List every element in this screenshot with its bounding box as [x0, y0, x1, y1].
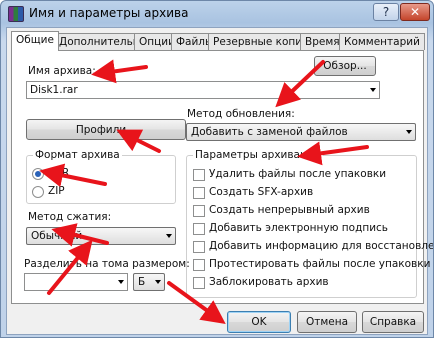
radio-rar-label[interactable]: RAR: [48, 167, 69, 179]
update-method-label: Метод обновления:: [187, 108, 295, 120]
checkbox-lock-label[interactable]: Заблокировать архив: [209, 276, 329, 288]
checkbox-test-label[interactable]: Протестировать файлы после упаковки: [209, 258, 430, 270]
checkbox-sfx[interactable]: [193, 187, 205, 199]
profiles-button[interactable]: Профили...: [26, 119, 186, 140]
winrar-app-icon: [8, 6, 24, 22]
radio-zip[interactable]: [32, 186, 44, 198]
chevron-down-icon: [406, 130, 412, 134]
chevron-down-icon: [166, 234, 172, 238]
split-unit-value: Б: [138, 276, 146, 288]
tab-backup[interactable]: Резервные копии: [208, 33, 314, 50]
archive-options-group: Параметры архивации Удалить файлы после …: [186, 149, 433, 298]
dialog-client: Общие Дополнительно Опции Файлы Резервны…: [6, 27, 433, 335]
radio-rar[interactable]: [32, 168, 44, 180]
archive-name-input[interactable]: Disk1.rar: [26, 81, 380, 99]
general-tab-panel: Имя архива: Обзор... Disk1.rar Профили..…: [11, 50, 433, 304]
split-unit-select[interactable]: Б: [133, 273, 165, 291]
checkbox-solid[interactable]: [193, 205, 205, 217]
tab-time[interactable]: Время: [300, 33, 345, 50]
tab-general[interactable]: Общие: [11, 31, 59, 51]
tab-comment[interactable]: Комментарий: [339, 33, 425, 50]
update-method-select[interactable]: Добавить с заменой файлов: [186, 123, 416, 141]
compression-method-value: Обычный: [31, 230, 83, 242]
checkbox-solid-label[interactable]: Создать непрерывный архив: [209, 204, 370, 216]
archive-name-label: Имя архива:: [28, 65, 96, 77]
cancel-button[interactable]: Отмена: [297, 311, 357, 333]
checkbox-recovery[interactable]: [193, 241, 205, 253]
split-volumes-input[interactable]: [24, 273, 128, 291]
ok-button[interactable]: OK: [227, 311, 291, 333]
chevron-down-icon: [118, 280, 124, 284]
dialog-window: Имя и параметры архива ? ✕ Общие Дополни…: [0, 0, 434, 338]
update-method-value: Добавить с заменой файлов: [191, 126, 348, 138]
checkbox-signature-label[interactable]: Добавить электронную подпись: [209, 222, 388, 234]
checkbox-lock[interactable]: [193, 277, 205, 289]
chevron-down-icon: [155, 280, 161, 284]
title-bar[interactable]: Имя и параметры архива ? ✕: [1, 1, 433, 27]
close-button[interactable]: ✕: [400, 3, 430, 21]
radio-zip-label[interactable]: ZIP: [48, 185, 65, 197]
checkbox-delete-files-label[interactable]: Удалить файлы после упаковки: [209, 168, 386, 180]
checkbox-recovery-label[interactable]: Добавить информацию для восстановления: [209, 240, 433, 252]
archive-format-group: Формат архива RAR ZIP: [26, 149, 176, 204]
help-title-button[interactable]: ?: [373, 3, 399, 21]
archive-name-value: Disk1.rar: [30, 84, 78, 96]
window-title: Имя и параметры архива: [29, 6, 189, 20]
archive-name-dropdown-icon[interactable]: [370, 88, 376, 92]
compression-method-label: Метод сжатия:: [28, 211, 112, 223]
checkbox-signature[interactable]: [193, 223, 205, 235]
browse-button[interactable]: Обзор...: [314, 56, 376, 76]
checkbox-delete-files[interactable]: [193, 169, 205, 181]
checkbox-sfx-label[interactable]: Создать SFX-архив: [209, 186, 313, 198]
checkbox-test[interactable]: [193, 259, 205, 271]
archive-format-label: Формат архива: [33, 149, 122, 161]
help-button[interactable]: Справка: [362, 311, 424, 333]
compression-method-select[interactable]: Обычный: [26, 227, 176, 245]
archive-options-label: Параметры архивации: [193, 149, 323, 161]
split-volumes-label: Разделить на тома размером:: [24, 258, 190, 270]
